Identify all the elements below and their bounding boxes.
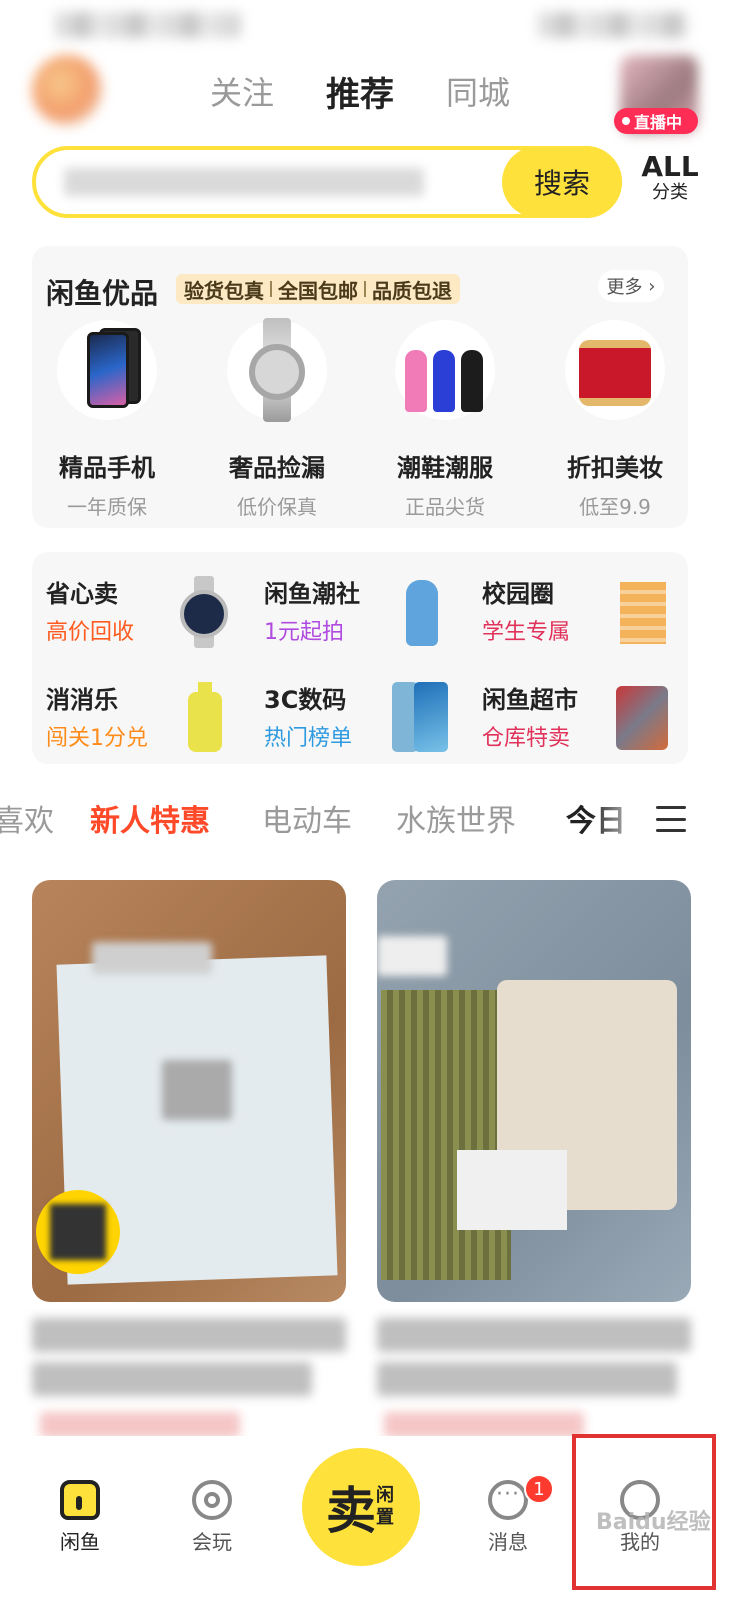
user-avatar[interactable] xyxy=(32,55,102,125)
status-bar-left xyxy=(55,12,240,38)
nav-label: 消息 xyxy=(488,1530,528,1554)
feature-trend-club[interactable]: 闲鱼潮社 1元起拍 xyxy=(264,574,474,656)
premium-item-phone[interactable]: 精品手机 一年质保 xyxy=(32,320,182,520)
premium-tag: 验货包真 xyxy=(184,278,264,303)
feature-sub: 仓库特卖 xyxy=(482,726,571,751)
detergent-icon xyxy=(174,682,234,754)
product-tag xyxy=(40,1412,240,1438)
tab-follow[interactable]: 关注 xyxy=(210,68,274,114)
sell-label: 卖 xyxy=(326,1482,376,1540)
top-tabs: 关注 推荐 同城 xyxy=(210,66,510,116)
feature-title: 校园圈 xyxy=(482,580,554,608)
tab-recommend[interactable]: 推荐 xyxy=(326,67,394,116)
status-bar-right xyxy=(538,12,688,38)
feature-title: 消消乐 xyxy=(46,686,118,714)
product-title xyxy=(377,1362,677,1396)
product-title xyxy=(32,1318,346,1352)
premium-item-sub: 低价保真 xyxy=(237,495,317,519)
feature-campus[interactable]: 校园圈 学生专属 xyxy=(482,574,692,656)
all-categories-label: ALL xyxy=(641,150,699,183)
feature-title: 3C数码 xyxy=(264,686,347,714)
nav-play[interactable]: 会玩 xyxy=(172,1480,252,1555)
nav-home[interactable]: 闲鱼 xyxy=(40,1480,120,1555)
category-tab-new-user[interactable]: 新人特惠 xyxy=(90,796,210,840)
target-icon xyxy=(192,1480,232,1520)
premium-item-fashion[interactable]: 潮鞋潮服 正品尖货 xyxy=(370,320,520,520)
home-icon xyxy=(60,1480,100,1520)
feature-title: 省心卖 xyxy=(46,580,118,608)
premium-item-name: 奢品捡漏 xyxy=(229,454,325,482)
feature-match-game[interactable]: 消消乐 闯关1分兑 xyxy=(46,680,256,762)
category-tab[interactable]: 喜欢 xyxy=(0,796,54,840)
live-badge: 直播中 xyxy=(614,108,698,134)
phone-icon xyxy=(392,682,452,754)
feature-sub: 学生专属 xyxy=(482,620,571,645)
feature-sub: 闯关1分兑 xyxy=(46,726,148,751)
message-count-badge: 1 xyxy=(524,1474,554,1504)
feature-sub: 1元起拍 xyxy=(264,620,344,645)
seller-avatar[interactable] xyxy=(36,1190,120,1274)
cosmetics-icon xyxy=(565,320,665,420)
robot-toy-icon xyxy=(610,682,670,754)
watermark: Baidu经验 xyxy=(596,1510,711,1535)
product-tag xyxy=(384,1412,584,1438)
product-card[interactable] xyxy=(377,880,691,1302)
premium-item-sub: 低至9.9 xyxy=(579,495,651,519)
premium-item-cosmetics[interactable]: 折扣美妆 低至9.9 xyxy=(540,320,690,520)
watch-icon xyxy=(174,576,234,648)
bear-icon xyxy=(392,576,452,648)
category-tab[interactable]: 水族世界 xyxy=(396,796,516,840)
feature-sub: 热门榜单 xyxy=(264,726,353,751)
product-title xyxy=(377,1318,691,1352)
books-icon xyxy=(610,576,670,648)
watch-icon xyxy=(227,318,327,422)
premium-tags: 验货包真 全国包邮 品质包退 xyxy=(176,274,460,304)
tab-local[interactable]: 同城 xyxy=(446,68,510,114)
all-categories-button[interactable]: ALL 分类 xyxy=(640,152,700,204)
figure-icon xyxy=(395,320,495,420)
more-button[interactable]: 更多 › xyxy=(598,270,664,302)
product-title xyxy=(32,1362,312,1396)
premium-item-name: 折扣美妆 xyxy=(567,454,663,482)
premium-item-sub: 正品尖货 xyxy=(405,495,485,519)
feature-title: 闲鱼超市 xyxy=(482,686,578,714)
search-placeholder xyxy=(64,168,424,196)
chat-icon xyxy=(488,1480,528,1520)
nav-label: 会玩 xyxy=(192,1530,232,1554)
feature-supermarket[interactable]: 闲鱼超市 仓库特卖 xyxy=(482,680,692,762)
premium-item-name: 潮鞋潮服 xyxy=(397,454,493,482)
premium-item-name: 精品手机 xyxy=(59,454,155,482)
feature-sub: 高价回收 xyxy=(46,620,135,645)
category-tabs: 喜欢 新人特惠 电动车 水族世界 今日 xyxy=(0,796,738,846)
premium-tag: 品质包退 xyxy=(372,278,452,303)
more-label: 更多 xyxy=(606,277,643,298)
search-button[interactable]: 搜索 xyxy=(502,146,622,218)
feature-easy-sell[interactable]: 省心卖 高价回收 xyxy=(46,574,256,656)
menu-icon[interactable] xyxy=(656,806,686,832)
sell-button[interactable]: 卖 闲置 xyxy=(302,1448,420,1566)
sell-sublabel: 闲置 xyxy=(376,1485,394,1528)
nav-label: 闲鱼 xyxy=(60,1530,100,1554)
premium-item-luxury[interactable]: 奢品捡漏 低价保真 xyxy=(202,318,352,520)
premium-tag: 全国包邮 xyxy=(278,278,358,303)
premium-item-sub: 一年质保 xyxy=(67,495,147,519)
all-categories-sublabel: 分类 xyxy=(652,182,688,203)
feature-title: 闲鱼潮社 xyxy=(264,580,360,608)
phone-icon xyxy=(57,320,157,420)
premium-title: 闲鱼优品 xyxy=(46,277,159,310)
feature-3c-digital[interactable]: 3C数码 热门榜单 xyxy=(264,680,474,762)
category-tab[interactable]: 电动车 xyxy=(262,796,352,840)
product-image xyxy=(381,990,511,1280)
